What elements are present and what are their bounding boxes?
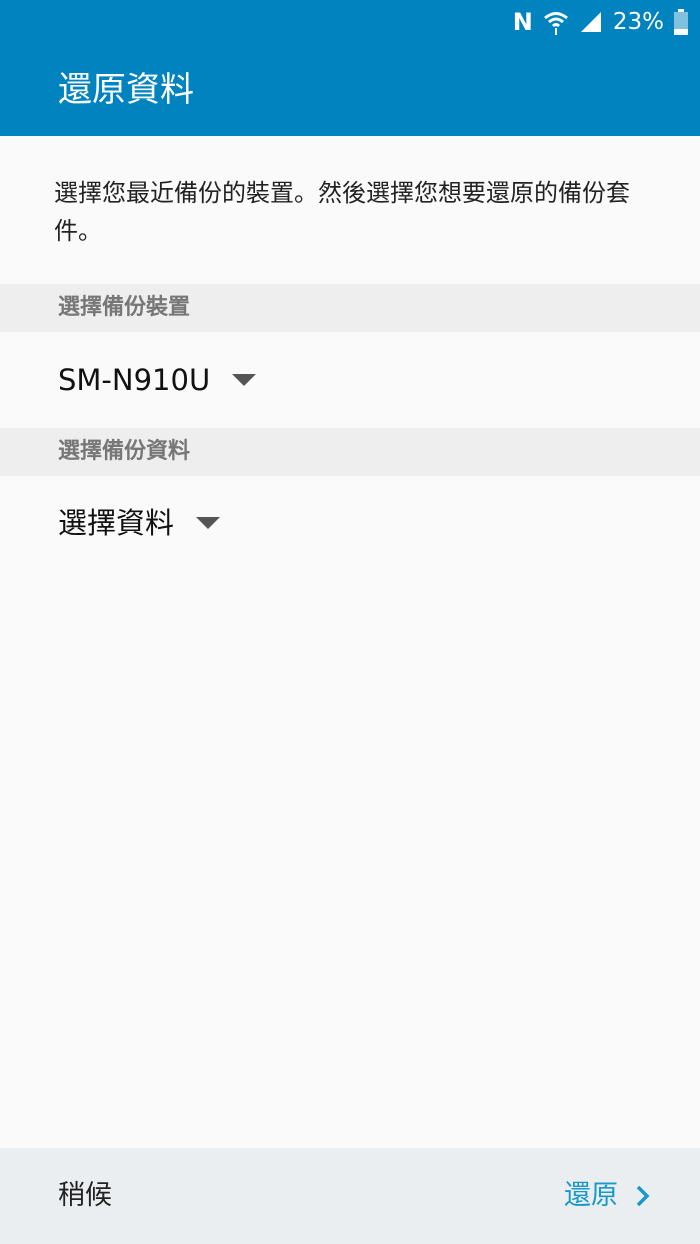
data-dropdown-value: 選擇資料 (58, 506, 175, 540)
battery-icon (674, 9, 688, 35)
bottom-bar: 稍候 還原 (0, 1148, 700, 1244)
data-dropdown[interactable]: 選擇資料 (58, 495, 221, 551)
status-icons: N 23% (513, 6, 688, 38)
device-section-label: 選擇備份裝置 (58, 295, 191, 320)
data-section-header: 選擇備份資料 (0, 428, 700, 476)
later-button[interactable]: 稍候 (58, 1178, 112, 1214)
page-title: 還原資料 (58, 70, 194, 110)
status-bar: N 23% (0, 0, 700, 44)
nfc-icon: N (512, 8, 533, 36)
description-text: 選擇您最近備份的裝置。然後選擇您想要還原的備份套件。 (54, 179, 630, 245)
chevron-right-icon (636, 1185, 650, 1207)
device-dropdown-value: SM-N910U (58, 363, 211, 397)
battery-percent: 23% (612, 8, 664, 35)
device-dropdown[interactable]: SM-N910U (58, 352, 257, 408)
app-bar: 還原資料 (0, 44, 700, 136)
data-section-label: 選擇備份資料 (58, 439, 191, 464)
caret-down-icon (232, 374, 257, 386)
caret-down-icon (196, 517, 221, 529)
device-section-header: 選擇備份裝置 (0, 284, 700, 332)
restore-button-label: 還原 (564, 1180, 618, 1211)
restore-button[interactable]: 還原 (564, 1178, 650, 1214)
wifi-icon (543, 12, 568, 35)
signal-icon (580, 12, 601, 32)
